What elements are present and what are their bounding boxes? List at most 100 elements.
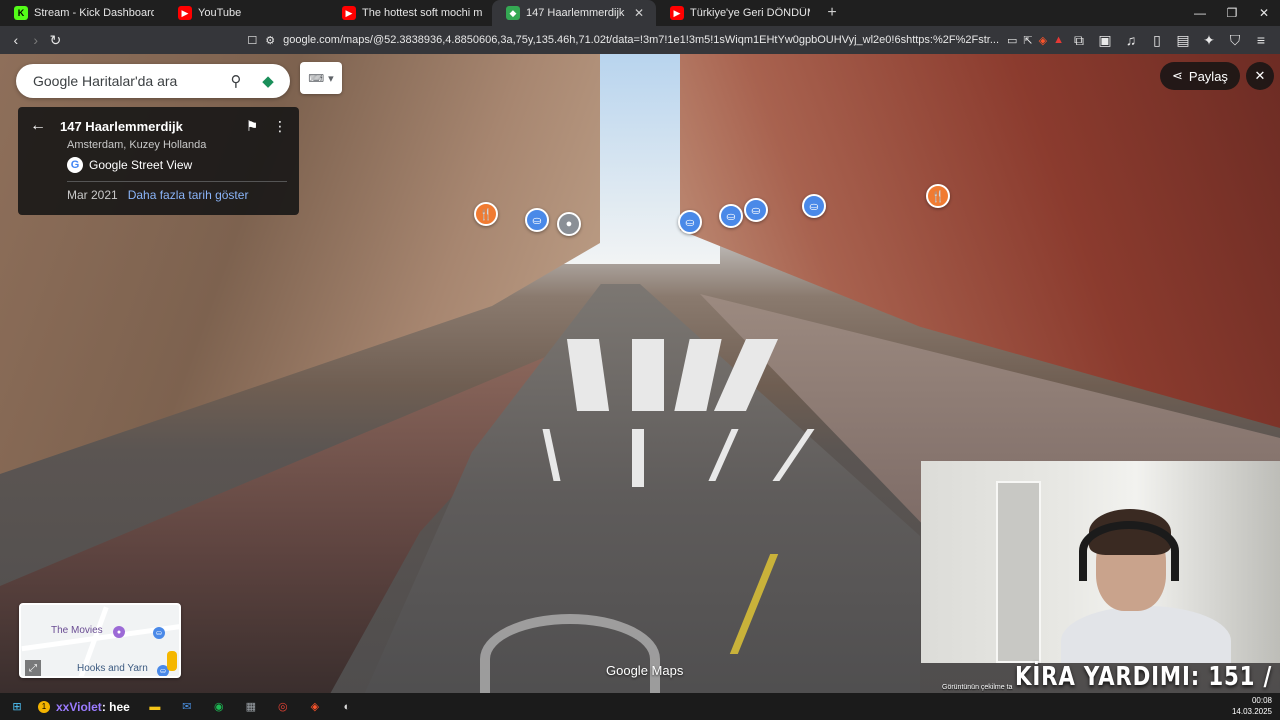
counter-current: 151 bbox=[1208, 662, 1256, 692]
search-icon[interactable]: ⚲ bbox=[224, 69, 248, 93]
restore-icon[interactable]: ❐ bbox=[1216, 0, 1248, 26]
tab-kick-dashboard[interactable]: K Stream - Kick Dashboard bbox=[0, 0, 164, 26]
pegman-icon[interactable] bbox=[167, 651, 177, 671]
tab-title: Stream - Kick Dashboard bbox=[34, 7, 154, 19]
cinema-pin-icon: ● bbox=[113, 626, 125, 638]
tab-turkey-video[interactable]: ▶ Türkiye'ye Geri DÖNDÜM! @366Med bbox=[656, 0, 820, 26]
tab-title: The hottest soft mochi mochi in Japa bbox=[362, 7, 482, 19]
maps-search-box: ⚲ ◆ bbox=[16, 64, 290, 98]
close-tab-icon[interactable]: ✕ bbox=[632, 6, 646, 20]
bookmark-icon[interactable]: ☐ bbox=[247, 34, 257, 47]
chrome-icon[interactable]: ◎ bbox=[272, 696, 294, 718]
streamer-body bbox=[1061, 606, 1231, 663]
webcam-overlay bbox=[921, 461, 1280, 663]
tab-mochi-video[interactable]: ▶ The hottest soft mochi mochi in Japa bbox=[328, 0, 492, 26]
google-maps-watermark: Google Maps bbox=[606, 663, 684, 678]
expand-map-icon[interactable]: ⤢ bbox=[25, 660, 41, 676]
capture-date-note: Görüntünün çekilme ta bbox=[942, 684, 1013, 691]
share-icon: ⋖ bbox=[1172, 68, 1183, 83]
forward-icon[interactable]: › bbox=[28, 29, 44, 51]
tab-youtube[interactable]: ▶ YouTube bbox=[164, 0, 328, 26]
cast-icon[interactable]: ▭ bbox=[1007, 34, 1017, 47]
minimap-label: The Movies bbox=[51, 625, 103, 636]
sidebar-icon[interactable]: ▯ bbox=[1146, 29, 1168, 51]
street-view-info-card: ← 147 Haarlemmerdijk ⚑ ⋮ Amsterdam, Kuze… bbox=[18, 107, 299, 215]
leo-ai-icon[interactable]: ✦ bbox=[1198, 29, 1220, 51]
shopping-poi-icon[interactable]: ⛀ bbox=[525, 208, 549, 232]
restaurant-poi-icon[interactable]: 🍴 bbox=[926, 184, 950, 208]
counter-separator: / bbox=[1263, 662, 1273, 692]
capture-date: Mar 2021 bbox=[67, 188, 118, 202]
start-icon[interactable]: ⊞ bbox=[6, 696, 28, 718]
google-maps-icon: ◆ bbox=[506, 6, 520, 20]
divider bbox=[67, 181, 287, 182]
share-button[interactable]: ⋖ Paylaş bbox=[1160, 62, 1240, 90]
minimap-label: Hooks and Yarn bbox=[77, 663, 148, 674]
youtube-icon: ▶ bbox=[670, 6, 684, 20]
shopping-poi-icon[interactable]: ⛀ bbox=[802, 194, 826, 218]
system-clock[interactable]: 00:08 14.03.2025 bbox=[1232, 695, 1272, 717]
window-controls: — ❐ ✕ bbox=[1184, 0, 1280, 26]
site-info-icon[interactable]: ⚙ bbox=[265, 34, 275, 47]
webcam-door bbox=[996, 481, 1041, 663]
search-input[interactable] bbox=[33, 73, 216, 89]
youtube-icon: ▶ bbox=[342, 6, 356, 20]
crosswalk-stripe bbox=[632, 339, 664, 411]
file-explorer-icon[interactable]: ▬ bbox=[144, 696, 166, 718]
kick-icon: K bbox=[14, 6, 28, 20]
chevron-down-icon: ▾ bbox=[328, 72, 334, 85]
location-pin-icon[interactable]: ⚑ bbox=[245, 118, 259, 135]
new-tab-button[interactable]: + bbox=[820, 4, 844, 22]
brave-rewards-icon[interactable]: ▲ bbox=[1053, 34, 1064, 47]
menu-icon[interactable]: ≡ bbox=[1250, 29, 1272, 51]
clock-time: 00:08 bbox=[1251, 696, 1272, 705]
back-icon[interactable]: ‹ bbox=[8, 29, 24, 51]
more-dates-link[interactable]: Daha fazla tarih göster bbox=[128, 188, 249, 202]
spotify-icon[interactable]: ◉ bbox=[208, 696, 230, 718]
minimize-icon[interactable]: — bbox=[1184, 0, 1216, 26]
restaurant-poi-icon[interactable]: 🍴 bbox=[474, 202, 498, 226]
close-street-view-button[interactable]: ✕ bbox=[1246, 62, 1274, 90]
wallet-icon[interactable]: ▤ bbox=[1172, 29, 1194, 51]
directions-icon[interactable]: ◆ bbox=[256, 69, 280, 93]
shopping-poi-icon[interactable]: ⛀ bbox=[744, 198, 768, 222]
brave-shield-icon[interactable]: ◈ bbox=[1039, 34, 1047, 47]
chat-username: xxViolet bbox=[56, 699, 102, 714]
address-bar-actions: ▭ ⇱ ◈ ▲ bbox=[1007, 34, 1064, 47]
mail-icon[interactable]: ✉ bbox=[176, 696, 198, 718]
street-view-source: G Google Street View bbox=[67, 157, 287, 173]
close-icon: ✕ bbox=[1254, 68, 1266, 83]
obs-icon[interactable]: ◐ bbox=[336, 696, 358, 718]
address-subtitle: Amsterdam, Kuzey Hollanda bbox=[67, 139, 207, 151]
close-window-icon[interactable]: ✕ bbox=[1248, 0, 1280, 26]
tab-title: 147 Haarlemmerdijk - Google H bbox=[526, 7, 626, 19]
rent-support-counter: KİRA YARDIMI: 151 / 155 bbox=[1015, 662, 1280, 692]
music-icon[interactable]: ♫ bbox=[1120, 29, 1142, 51]
screenshot-icon[interactable]: ▣ bbox=[1094, 29, 1116, 51]
tab-title: Türkiye'ye Geri DÖNDÜM! @366Med bbox=[690, 7, 810, 19]
clock-date: 14.03.2025 bbox=[1231, 707, 1272, 716]
extensions-icon[interactable]: ⧉ bbox=[1068, 29, 1090, 51]
shopping-poi-icon[interactable]: ⛀ bbox=[719, 204, 743, 228]
notification-badge-icon: 1 bbox=[38, 700, 50, 713]
chat-text: : hee bbox=[101, 699, 130, 714]
address-bar[interactable]: ☐ ⚙ google.com/maps/@52.3838936,4.885060… bbox=[247, 29, 1064, 51]
minimap[interactable]: The Movies ● ⛀ Hooks and Yarn ⛀ ⤢ bbox=[19, 603, 181, 678]
tab-title: YouTube bbox=[198, 7, 242, 19]
reload-icon[interactable]: ↻ bbox=[48, 29, 64, 51]
calculator-icon[interactable]: ▦ bbox=[240, 696, 262, 718]
back-arrow-icon[interactable]: ← bbox=[30, 117, 46, 135]
url-text[interactable]: google.com/maps/@52.3838936,4.8850606,3a… bbox=[283, 34, 999, 46]
vpn-icon[interactable]: ⛉ bbox=[1224, 29, 1246, 51]
youtube-icon: ▶ bbox=[178, 6, 192, 20]
browser-tab-strip: K Stream - Kick Dashboard ▶ YouTube ▶ Th… bbox=[0, 0, 1280, 26]
share-page-icon[interactable]: ⇱ bbox=[1023, 34, 1032, 47]
brave-icon[interactable]: ◈ bbox=[304, 696, 326, 718]
shopping-poi-icon[interactable]: ⛀ bbox=[678, 210, 702, 234]
tab-google-maps[interactable]: ◆ 147 Haarlemmerdijk - Google H ✕ bbox=[492, 0, 656, 26]
place-poi-icon[interactable]: ● bbox=[557, 212, 581, 236]
taskbar: ⊞ 1 xxViolet: hee ▬ ✉ ◉ ▦ ◎ ◈ ◐ 00:08 14… bbox=[0, 693, 1280, 720]
more-options-icon[interactable]: ⋮ bbox=[273, 118, 287, 135]
keyboard-input-button[interactable]: ⌨ ▾ bbox=[300, 62, 342, 94]
share-label: Paylaş bbox=[1188, 68, 1228, 84]
